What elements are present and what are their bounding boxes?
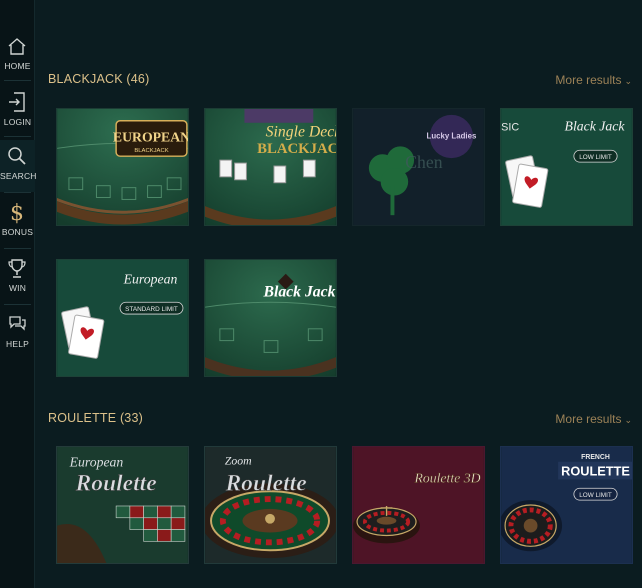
nav-home[interactable]: HOME	[0, 30, 35, 82]
nav-login-label: LOGIN	[3, 117, 32, 127]
logo-line2: ROULETTE	[561, 464, 630, 479]
svg-text:$: $	[10, 201, 24, 224]
logo-line1: European	[69, 455, 124, 470]
game-tile-roulette-3d[interactable]: Roulette 3D	[352, 446, 485, 564]
home-icon	[8, 38, 26, 55]
sidebar-divider	[4, 80, 31, 81]
more-results-blackjack[interactable]: More results ⌄	[555, 73, 632, 87]
game-thumbnail: SIC Black Jack LOW LIMIT	[501, 109, 632, 225]
logo-line2: Chen	[405, 152, 442, 172]
limit-badge: STANDARD LIMIT	[125, 306, 178, 313]
chevron-down-icon: ⌄	[624, 415, 632, 425]
nav-bonus[interactable]: $ BONUS	[0, 196, 35, 248]
chat-icon	[9, 316, 26, 331]
nav-win[interactable]: WIN	[0, 252, 35, 304]
sidebar-divider	[4, 136, 31, 137]
logo-line2: BLACKJACK	[134, 148, 168, 154]
logo-line1: Lucky Ladies	[427, 131, 477, 140]
trophy-icon	[8, 259, 26, 278]
search-icon	[8, 147, 26, 165]
nav-help[interactable]: HELP	[0, 308, 35, 360]
dollar-icon: $	[10, 201, 24, 224]
nav-search-label: SEARCH	[0, 171, 37, 181]
game-thumbnail: Single Deck BLACKJACK	[205, 109, 336, 225]
logo-line1: Single Deck	[266, 124, 336, 141]
nav-home-label: HOME	[4, 61, 31, 71]
logo-line1: Zoom	[225, 454, 252, 468]
sidebar-nav: HOME LOGIN SEARCH $ BONUS WIN HELP	[0, 0, 37, 588]
game-thumbnail: Zoom Roulette	[205, 447, 336, 563]
game-tile-black-jack-standard-limit[interactable]: European STANDARD LIMIT	[56, 259, 189, 377]
nav-search[interactable]: SEARCH	[0, 140, 37, 192]
game-thumbnail: European STANDARD LIMIT	[57, 260, 188, 376]
logo-line1: FRENCH	[581, 454, 610, 461]
logo-line1: EUROPEAN	[113, 129, 188, 144]
nav-win-label: WIN	[8, 283, 27, 293]
game-thumbnail: European Roulette	[57, 447, 188, 563]
logo-line2: Roulette	[75, 470, 157, 496]
sidebar-divider	[4, 192, 31, 193]
nav-help-label: HELP	[5, 339, 29, 349]
logo-line2: BLACKJACK	[257, 141, 336, 157]
game-tile-zoom-roulette[interactable]: Zoom Roulette	[204, 446, 337, 564]
login-icon	[9, 92, 25, 112]
section-title-roulette: ROULETTE (33)	[48, 411, 143, 425]
logo-line2: Roulette	[224, 470, 306, 496]
limit-badge: LOW LIMIT	[579, 492, 612, 499]
game-tile-french-roulette[interactable]: FRENCH ROULETTE LOW LIMIT	[500, 446, 633, 564]
logo-line1: Black Jack	[262, 283, 335, 300]
game-tile-lucky-ladies[interactable]: Lucky Ladies Chen	[352, 108, 485, 226]
chevron-down-icon: ⌄	[624, 76, 632, 86]
game-thumbnail: Lucky Ladies Chen	[353, 109, 484, 225]
sidebar-divider	[4, 304, 31, 305]
partial-text: SIC	[501, 122, 519, 134]
nav-bonus-label: BONUS	[1, 227, 34, 237]
game-thumbnail: EUROPEAN BLACKJACK	[57, 109, 188, 225]
game-tile-european-roulette[interactable]: European Roulette	[56, 446, 189, 564]
more-results-label: More results	[555, 73, 622, 87]
game-thumbnail: Roulette 3D	[353, 447, 484, 563]
logo-line1: Black Jack	[565, 119, 626, 134]
game-tile-single-deck-blackjack[interactable]: Single Deck BLACKJACK	[204, 108, 337, 226]
logo-line1: European	[123, 272, 178, 287]
section-title-blackjack: BLACKJACK (46)	[48, 72, 150, 86]
nav-login[interactable]: LOGIN	[0, 86, 35, 138]
game-tile-european-blackjack[interactable]: EUROPEAN BLACKJACK	[56, 108, 189, 226]
more-results-label: More results	[555, 412, 622, 426]
game-tile-black-jack-low-limit[interactable]: SIC Black Jack LOW LIMIT	[500, 108, 633, 226]
limit-badge: LOW LIMIT	[579, 154, 612, 161]
game-thumbnail: Black Jack	[205, 260, 336, 376]
logo-line1: Roulette 3D	[413, 470, 480, 485]
game-tile-black-jack[interactable]: Black Jack	[204, 259, 337, 377]
game-thumbnail: FRENCH ROULETTE LOW LIMIT	[501, 447, 632, 563]
more-results-roulette[interactable]: More results ⌄	[555, 412, 632, 426]
sidebar-divider	[4, 248, 31, 249]
